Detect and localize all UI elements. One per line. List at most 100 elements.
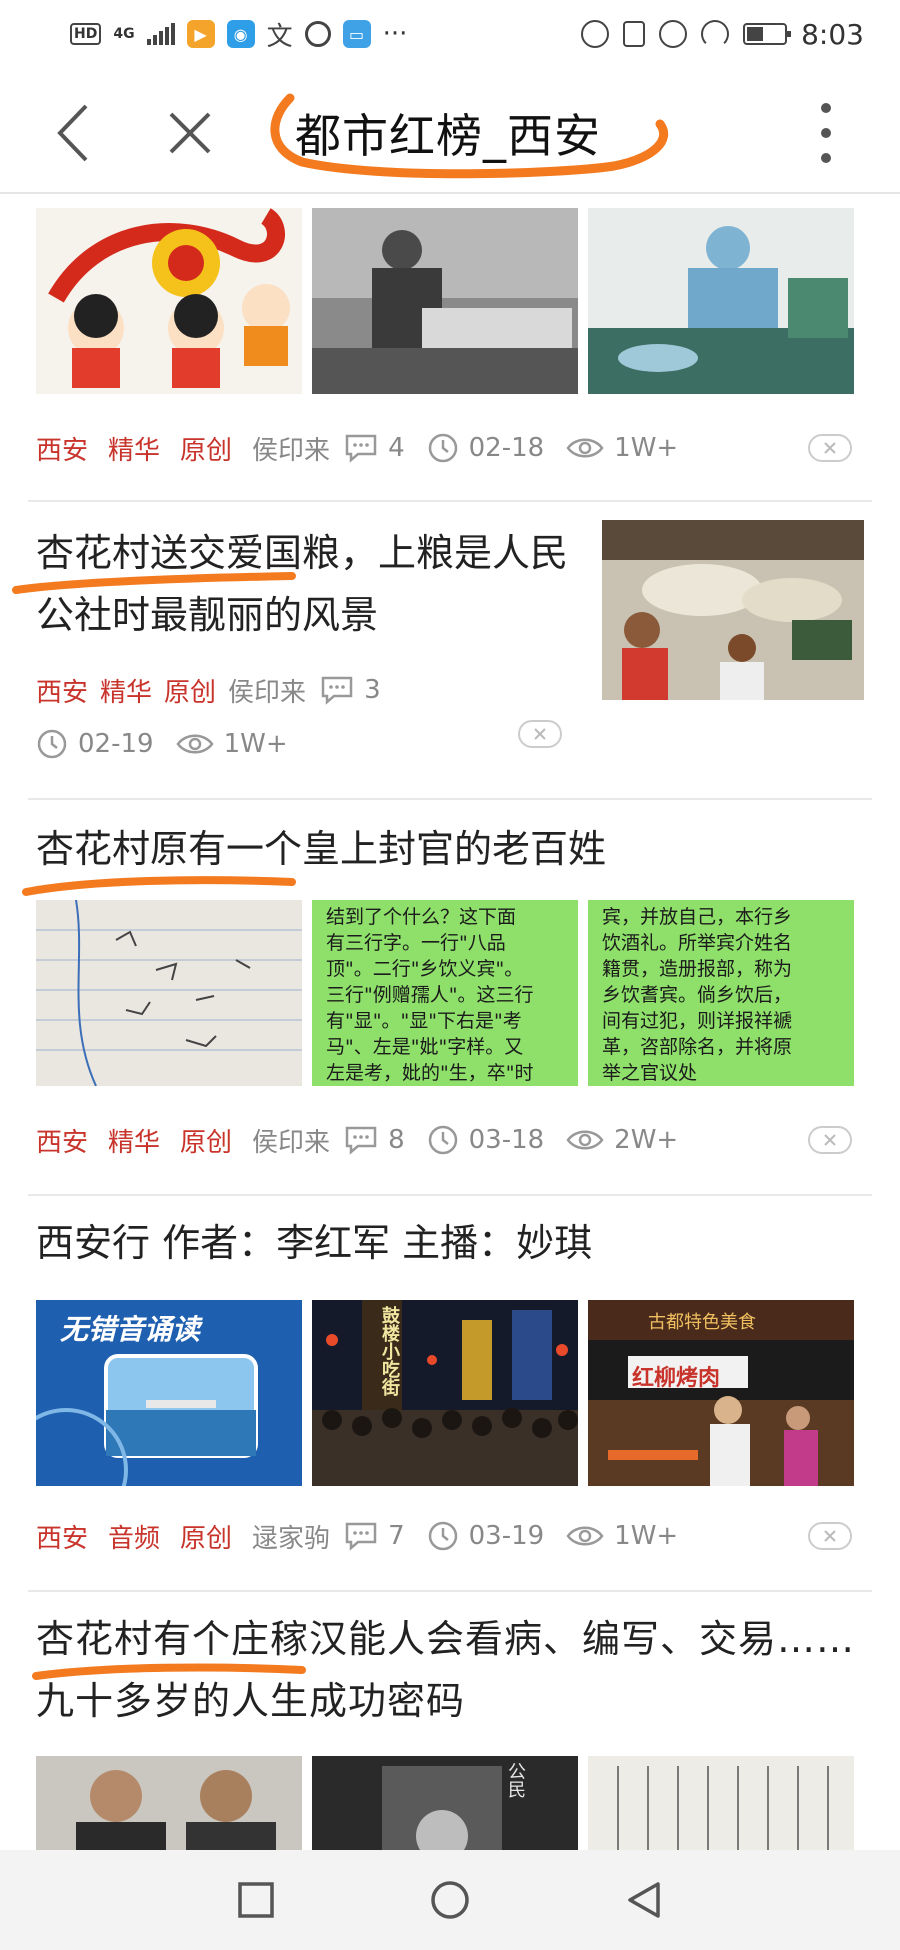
image-caption: 无错音诵读 — [60, 1313, 201, 1346]
back-icon[interactable] — [50, 98, 100, 168]
article-title[interactable]: 杏花村原有一个皇上封官的老百姓 — [36, 818, 866, 880]
clock-icon — [428, 1125, 457, 1155]
signal-icon — [146, 23, 175, 45]
tag-label[interactable]: 精华 — [100, 672, 152, 709]
article-image-green-text-2: 宾，并放自己，本行乡 饮酒礼。所举宾介姓名 籍贯，造册报部，称为 乡饮耆宾。倘乡… — [588, 900, 854, 1086]
comment-icon — [345, 1126, 377, 1155]
comment-count: 7 — [388, 1521, 405, 1551]
eye-icon — [566, 1130, 604, 1150]
speed-icon — [701, 20, 730, 48]
clock-time: 8:03 — [801, 17, 864, 51]
author-name[interactable]: 侯印来 — [228, 672, 306, 709]
article-image-grain — [602, 520, 864, 700]
article-image-old-portrait: 公民 — [312, 1756, 578, 1850]
tag-label[interactable]: 精华 — [108, 430, 160, 467]
tag-label[interactable]: 原创 — [164, 672, 216, 709]
publish-date: 02-19 — [78, 729, 154, 759]
close-icon[interactable] — [165, 104, 215, 160]
article-image-night-street: 鼓楼小吃街 — [312, 1300, 578, 1486]
view-count: 1W+ — [614, 1521, 679, 1551]
video-app-icon: ▶ — [186, 20, 215, 48]
nfc-icon — [581, 20, 610, 48]
tag-label[interactable]: 原创 — [180, 1122, 232, 1159]
author-name[interactable]: 逯家驹 — [252, 1518, 330, 1555]
comment-icon — [345, 1522, 377, 1551]
clock-icon — [37, 729, 67, 759]
comment-count: 8 — [388, 1125, 405, 1155]
image-sign-text: 古都特色美食 — [648, 1312, 756, 1333]
view-count: 1W+ — [614, 433, 679, 463]
page-title: 都市红榜_西安 — [295, 109, 601, 163]
comment-icon — [345, 434, 377, 463]
tag-label[interactable]: 原创 — [180, 1518, 232, 1555]
triangle-nav-icon[interactable] — [622, 1878, 666, 1922]
tag-label[interactable]: 音频 — [108, 1518, 160, 1555]
article-image-surgery — [588, 208, 854, 394]
tag-label[interactable]: 西安 — [36, 672, 88, 709]
article-image-handwriting — [36, 900, 302, 1086]
eye-icon — [566, 438, 604, 458]
divider — [28, 1590, 872, 1592]
image-sign-text: 鼓楼小吃街 — [379, 1306, 400, 1396]
divider — [28, 798, 872, 800]
eye-icon — [566, 1526, 604, 1546]
circle-app-icon — [304, 21, 331, 47]
eye-icon — [176, 734, 214, 754]
publish-date: 03-18 — [468, 1125, 545, 1155]
comment-count: 3 — [364, 675, 381, 705]
publish-date: 03-19 — [468, 1521, 545, 1551]
image-row: 无错音诵读 鼓楼小吃街 红柳烤肉 古都特色美食 — [36, 1300, 854, 1486]
article-meta: 西安 精华 原创 侯印来 4 02-18 1W+ — [36, 428, 700, 468]
system-navigation-bar — [0, 1850, 900, 1950]
article-image-food-stall: 红柳烤肉 古都特色美食 — [588, 1300, 854, 1486]
divider — [28, 1194, 872, 1196]
article-feed: 西安 精华 原创 侯印来 4 02-18 1W+ 杏花村送交爱国粮，上粮是人民公… — [0, 196, 900, 1850]
publish-date: 02-18 — [468, 433, 545, 463]
view-count: 1W+ — [223, 729, 288, 759]
comment-icon — [321, 676, 353, 705]
app-icon: ◉ — [226, 20, 255, 48]
n-icon — [623, 21, 646, 47]
message-app-icon: ▭ — [342, 20, 371, 48]
comment-count: 4 — [388, 433, 405, 463]
tag-label[interactable]: 西安 — [36, 1122, 88, 1159]
article-image-elderly-couple — [36, 1756, 302, 1850]
image-row: 结到了个什么？这下面 有三行字。一行"八品 顶"。二行"乡饮义宾"。 三行"例赠… — [36, 900, 854, 1086]
article-image-manuscript — [588, 1756, 854, 1850]
divider — [28, 500, 872, 502]
dislike-icon[interactable] — [808, 1126, 852, 1154]
article-image-dragon — [36, 208, 302, 394]
text-app-icon: 文 — [266, 21, 293, 52]
tag-label[interactable]: 西安 — [36, 1518, 88, 1555]
article-image-recitation: 无错音诵读 — [36, 1300, 302, 1486]
nav-bar: 都市红榜_西安 — [0, 68, 900, 194]
image-caption: 公民 — [505, 1762, 526, 1798]
image-row: 公民 — [36, 1756, 854, 1850]
dislike-icon[interactable] — [808, 1522, 852, 1550]
article-meta: 西安 音频 原创 逯家驹 7 03-19 1W+ — [36, 1516, 700, 1556]
more-icon[interactable] — [814, 103, 838, 163]
article-meta: 西安 精华 原创 侯印来 3 — [36, 670, 403, 710]
author-name[interactable]: 侯印来 — [252, 1122, 330, 1159]
article-title[interactable]: 杏花村送交爱国粮，上粮是人民公社时最靓丽的风景 — [36, 522, 596, 646]
image-sign-text: 红柳烤肉 — [632, 1366, 721, 1391]
tag-label[interactable]: 西安 — [36, 430, 88, 467]
circle-nav-icon[interactable] — [428, 1878, 472, 1922]
view-count: 2W+ — [614, 1125, 679, 1155]
dislike-icon[interactable] — [808, 434, 852, 462]
image-row — [36, 208, 854, 394]
clock-icon — [428, 433, 457, 463]
tag-label[interactable]: 精华 — [108, 1122, 160, 1159]
square-nav-icon[interactable] — [234, 1878, 278, 1922]
network-indicator: 4G — [113, 26, 135, 42]
dislike-icon[interactable] — [518, 720, 562, 748]
author-name[interactable]: 侯印来 — [252, 430, 330, 467]
status-bar: HD 4G ▶ ◉ 文 ▭ ··· 8:03 — [0, 0, 900, 68]
alarm-icon — [659, 20, 688, 48]
article-title[interactable]: 杏花村有个庄稼汉能人会看病、编写、交易……九十多岁的人生成功密码 — [36, 1608, 872, 1732]
article-image-green-text-1: 结到了个什么？这下面 有三行字。一行"八品 顶"。二行"乡饮义宾"。 三行"例赠… — [312, 900, 578, 1086]
clock-icon — [428, 1521, 457, 1551]
tag-label[interactable]: 原创 — [180, 430, 232, 467]
article-meta: 西安 精华 原创 侯印来 8 03-18 2W+ — [36, 1120, 700, 1160]
article-title[interactable]: 西安行 作者：李红军 主播：妙琪 — [36, 1212, 866, 1274]
